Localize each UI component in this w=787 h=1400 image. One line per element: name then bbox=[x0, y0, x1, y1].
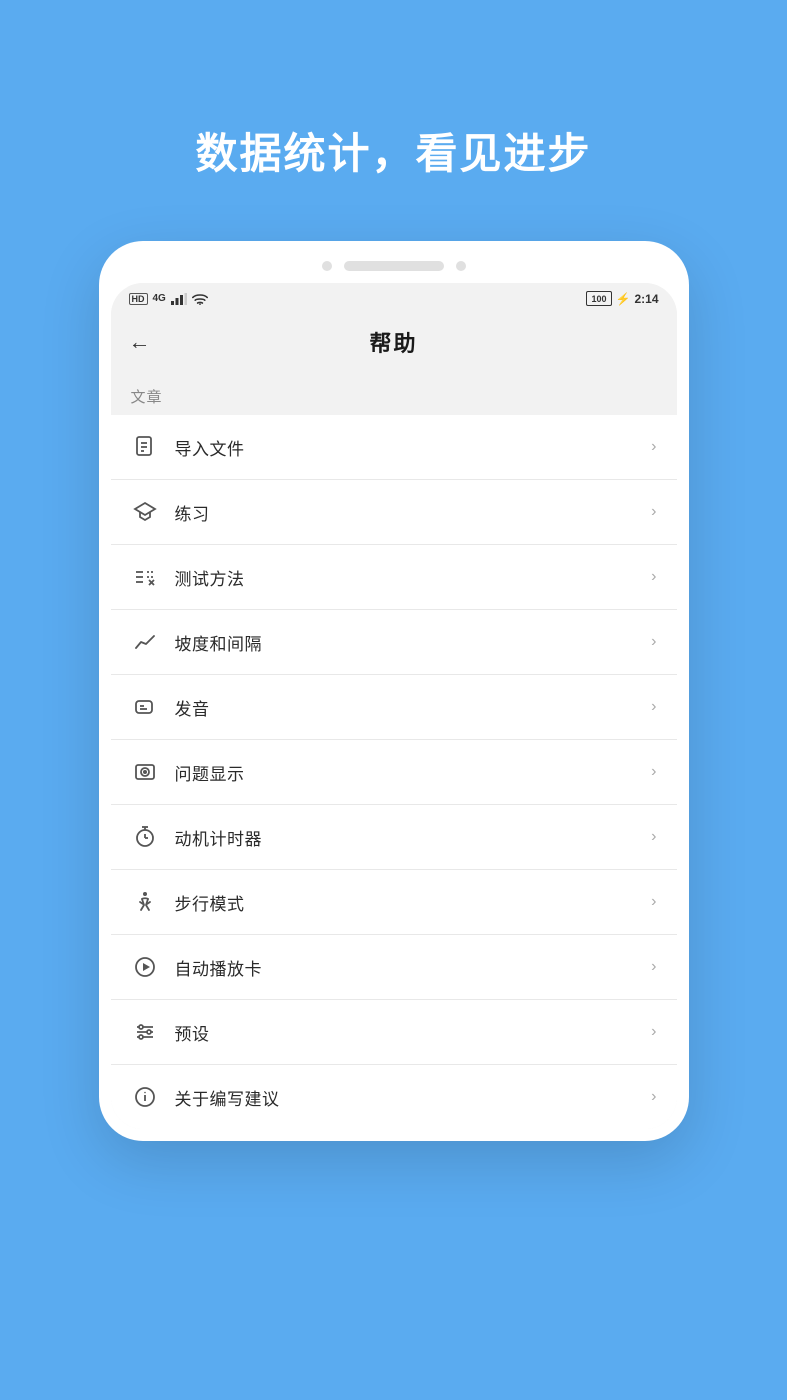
nav-title: 帮助 bbox=[369, 326, 417, 358]
graduation-icon bbox=[131, 498, 159, 526]
menu-arrow-practice: › bbox=[651, 503, 656, 521]
menu-label-problem-display: 问题显示 bbox=[175, 760, 652, 785]
network-indicator: 4G bbox=[153, 293, 166, 304]
menu-label-walking-mode: 步行模式 bbox=[175, 890, 652, 915]
phone-speaker bbox=[344, 261, 444, 271]
menu-item-slope-interval[interactable]: 坡度和间隔 › bbox=[111, 610, 677, 675]
menu-label-pronunciation: 发音 bbox=[175, 695, 652, 720]
eye-icon bbox=[131, 758, 159, 786]
menu-item-pronunciation[interactable]: 发音 › bbox=[111, 675, 677, 740]
menu-arrow-test-method: › bbox=[651, 568, 656, 586]
menu-arrow-walking-mode: › bbox=[651, 893, 656, 911]
nav-bar: ← 帮助 bbox=[111, 312, 677, 372]
battery-level: 100 bbox=[586, 291, 611, 306]
menu-arrow-preset: › bbox=[651, 1023, 656, 1041]
menu-label-preset: 预设 bbox=[175, 1020, 652, 1045]
status-right: 100 ⚡ 2:14 bbox=[586, 291, 658, 306]
page-header-title: 数据统计，看见进步 bbox=[195, 120, 591, 181]
phone-dot-right bbox=[456, 261, 466, 271]
menu-item-import-file[interactable]: 导入文件 › bbox=[111, 415, 677, 480]
menu-item-practice[interactable]: 练习 › bbox=[111, 480, 677, 545]
walk-icon bbox=[131, 888, 159, 916]
phone-frame: HD 4G 100 ⚡ 2:14 bbox=[99, 241, 689, 1141]
test-icon bbox=[131, 563, 159, 591]
file-icon bbox=[131, 433, 159, 461]
menu-item-writing-advice[interactable]: 关于编写建议 › bbox=[111, 1065, 677, 1129]
phone-screen: HD 4G 100 ⚡ 2:14 bbox=[111, 283, 677, 1129]
menu-item-walking-mode[interactable]: 步行模式 › bbox=[111, 870, 677, 935]
menu-label-auto-play-card: 自动播放卡 bbox=[175, 955, 652, 980]
status-left: HD 4G bbox=[129, 293, 208, 305]
speech-icon bbox=[131, 693, 159, 721]
menu-arrow-import-file: › bbox=[651, 438, 656, 456]
play-icon bbox=[131, 953, 159, 981]
status-bar: HD 4G 100 ⚡ 2:14 bbox=[111, 283, 677, 312]
wifi-icon bbox=[192, 293, 208, 305]
phone-top-bar bbox=[111, 253, 677, 283]
menu-arrow-slope-interval: › bbox=[651, 633, 656, 651]
phone-dot-left bbox=[322, 261, 332, 271]
content-area: 文章 导入文件 › 练习 › bbox=[111, 372, 677, 1129]
menu-item-test-method[interactable]: 测试方法 › bbox=[111, 545, 677, 610]
hd-indicator: HD bbox=[129, 293, 148, 305]
menu-label-test-method: 测试方法 bbox=[175, 565, 652, 590]
chart-icon bbox=[131, 628, 159, 656]
menu-label-motivation-timer: 动机计时器 bbox=[175, 825, 652, 850]
signal-icon bbox=[171, 293, 187, 305]
menu-item-motivation-timer[interactable]: 动机计时器 › bbox=[111, 805, 677, 870]
clock: 2:14 bbox=[634, 292, 658, 306]
menu-label-import-file: 导入文件 bbox=[175, 435, 652, 460]
settings-icon bbox=[131, 1018, 159, 1046]
menu-item-problem-display[interactable]: 问题显示 › bbox=[111, 740, 677, 805]
charging-icon: ⚡ bbox=[616, 292, 631, 306]
section-label: 文章 bbox=[111, 372, 677, 415]
menu-arrow-pronunciation: › bbox=[651, 698, 656, 716]
timer-icon bbox=[131, 823, 159, 851]
menu-arrow-writing-advice: › bbox=[651, 1088, 656, 1106]
menu-list: 导入文件 › 练习 › bbox=[111, 415, 677, 1129]
menu-arrow-auto-play-card: › bbox=[651, 958, 656, 976]
back-button[interactable]: ← bbox=[129, 329, 151, 355]
menu-label-practice: 练习 bbox=[175, 500, 652, 525]
menu-label-slope-interval: 坡度和间隔 bbox=[175, 630, 652, 655]
menu-arrow-problem-display: › bbox=[651, 763, 656, 781]
menu-arrow-motivation-timer: › bbox=[651, 828, 656, 846]
menu-item-preset[interactable]: 预设 › bbox=[111, 1000, 677, 1065]
info-icon bbox=[131, 1083, 159, 1111]
menu-label-writing-advice: 关于编写建议 bbox=[175, 1085, 652, 1110]
menu-item-auto-play-card[interactable]: 自动播放卡 › bbox=[111, 935, 677, 1000]
